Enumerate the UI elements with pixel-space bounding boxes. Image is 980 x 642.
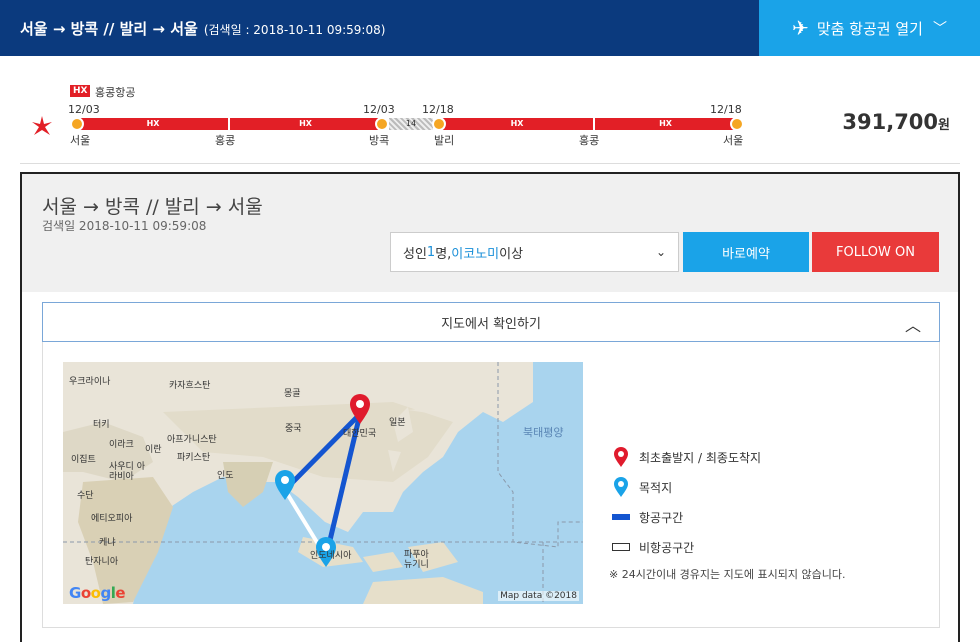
destination-marker-icon[interactable] xyxy=(275,470,295,500)
map-legend: 최초출발지 / 최종도착지 목적지 항공구간 비항공구간 ※ 24시간이내 경유… xyxy=(609,442,929,582)
chevron-down-icon: ⌄ xyxy=(655,245,666,259)
itinerary-row[interactable]: HX 홍콩항공 12/03 12/03 12/18 12/18 HX HX 14… xyxy=(20,56,960,164)
legend-note: ※ 24시간이내 경유지는 지도에 표시되지 않습니다. xyxy=(609,568,846,581)
pax-count: 1 xyxy=(426,244,436,260)
city-label: 홍콩 xyxy=(579,134,600,147)
stop-dot xyxy=(730,117,744,131)
open-custom-ticket-button[interactable]: ✈ 맞춤 항공권 열기 ﹀ xyxy=(759,0,980,56)
legend-origin: 최초출발지 / 최종도착지 xyxy=(609,442,929,472)
map-label: 이집트 xyxy=(71,455,96,465)
flight-segment: HX xyxy=(77,118,229,130)
stop-dot xyxy=(375,117,389,131)
route-map[interactable]: 우크라이나 카자흐스탄 몽골 터키 이라크 이란 아프가니스탄 중국 대한민국 … xyxy=(63,362,583,604)
price: 391,700원 xyxy=(842,110,950,134)
map-label: 우크라이나 xyxy=(69,377,111,387)
stop-dot xyxy=(70,117,84,131)
flight-segment: HX xyxy=(594,118,737,130)
detail-panel: 서울 → 방콕 // 발리 → 서울 검색일 2018-10-11 09:59:… xyxy=(20,172,960,642)
airline-name: 홍콩항공 xyxy=(95,86,136,99)
map-toggle-label: 지도에서 확인하기 xyxy=(441,316,541,332)
date-label: 12/18 xyxy=(710,103,742,116)
map-label: 이란 xyxy=(145,445,162,455)
segment-divider xyxy=(593,118,595,130)
map-label: 몽골 xyxy=(284,389,301,399)
map-label: 아프가니스탄 xyxy=(167,435,217,445)
city-label: 서울 xyxy=(70,134,91,147)
date-label: 12/03 xyxy=(363,103,395,116)
legend-destination: 목적지 xyxy=(609,472,929,502)
map-label: 케냐 xyxy=(99,538,116,548)
map-label: 에티오피아 xyxy=(91,514,133,524)
legend-origin-label: 최초출발지 / 최종도착지 xyxy=(639,450,762,465)
legend-non-flight-leg: 비항공구간 xyxy=(609,532,929,562)
detail-search-date: 검색일 2018-10-11 09:59:08 xyxy=(42,219,207,233)
map-toggle-header[interactable]: 지도에서 확인하기 ︿ xyxy=(42,302,940,342)
airline-code-badge: HX xyxy=(70,85,91,97)
date-label: 12/03 xyxy=(68,103,100,116)
search-date: (검색일 : 2018-10-11 09:59:08) xyxy=(203,23,386,37)
pax-class: 이코노미 xyxy=(451,246,500,262)
date-label: 12/18 xyxy=(422,103,454,116)
price-value: 391,700 xyxy=(842,110,939,134)
city-label: 방콕 xyxy=(369,134,390,147)
map-label: 인도네시아 xyxy=(310,551,352,561)
chevron-down-icon: ﹀ xyxy=(932,21,947,37)
legend-destination-label: 목적지 xyxy=(639,480,673,495)
map-land-shapes xyxy=(63,362,583,604)
map-label: 파푸아 뉴기니 xyxy=(404,550,429,570)
legend-flight-leg: 항공구간 xyxy=(609,502,929,532)
stay-gap: 14 xyxy=(389,118,433,130)
pax-suffix: 이상 xyxy=(499,246,524,262)
follow-on-button[interactable]: FOLLOW ON xyxy=(812,232,939,272)
flight-leg-swatch xyxy=(609,514,633,520)
flight-segment: HX xyxy=(440,118,594,130)
map-label: 사우디 아라비아 xyxy=(109,462,145,482)
red-pin-icon xyxy=(609,446,633,468)
pax-prefix: 성인 xyxy=(403,246,427,262)
city-label: 서울 xyxy=(723,134,744,147)
stop-dot xyxy=(432,117,446,131)
map-section: 우크라이나 카자흐스탄 몽골 터키 이라크 이란 아프가니스탄 중국 대한민국 … xyxy=(42,342,940,628)
city-label: 발리 xyxy=(434,134,455,147)
airplane-icon: ✈ xyxy=(792,16,809,40)
airline-logo-icon xyxy=(32,116,52,135)
detail-header: 서울 → 방콕 // 발리 → 서울 검색일 2018-10-11 09:59:… xyxy=(22,174,958,292)
map-label: 이라크 xyxy=(109,440,134,450)
map-credit: Map data ©2018 xyxy=(498,591,579,601)
ocean-label: 북태평양 xyxy=(523,426,564,439)
map-label: 인도 xyxy=(217,471,234,481)
route-title: 서울 → 방콕 // 발리 → 서울 xyxy=(20,20,198,38)
non-flight-leg-swatch xyxy=(609,543,633,551)
blue-pin-icon xyxy=(609,476,633,498)
map-label: 중국 xyxy=(285,424,302,434)
route-summary: 서울 → 방콕 // 발리 → 서울 (검색일 : 2018-10-11 09:5… xyxy=(20,18,385,39)
legend-flight-leg-label: 항공구간 xyxy=(639,510,684,525)
price-currency: 원 xyxy=(938,118,950,133)
legend-non-flight-leg-label: 비항공구간 xyxy=(639,540,695,555)
map-label: 카자흐스탄 xyxy=(169,381,211,391)
top-header: 서울 → 방콕 // 발리 → 서울 (검색일 : 2018-10-11 09:5… xyxy=(0,0,980,56)
map-label: 탄자니아 xyxy=(85,557,119,567)
map-label: 터키 xyxy=(93,420,110,430)
map-label: 파키스탄 xyxy=(177,453,211,463)
segment-divider xyxy=(228,118,230,130)
book-now-button[interactable]: 바로예약 xyxy=(683,232,809,272)
map-label: 수단 xyxy=(77,491,94,501)
city-label: 홍콩 xyxy=(215,134,236,147)
detail-route-title: 서울 → 방콕 // 발리 → 서울 xyxy=(42,196,263,218)
chevron-up-icon[interactable]: ︿ xyxy=(905,312,921,336)
google-logo: Google xyxy=(69,584,126,602)
pax-mid: 명, xyxy=(435,246,452,262)
passenger-class-select[interactable]: 성인 1 명, 이코노미 이상 ⌄ xyxy=(390,232,679,272)
map-label: 일본 xyxy=(389,418,406,428)
map-label: 대한민국 xyxy=(343,429,377,439)
open-button-label: 맞춤 항공권 열기 xyxy=(816,19,923,38)
flight-segment: HX xyxy=(229,118,382,130)
